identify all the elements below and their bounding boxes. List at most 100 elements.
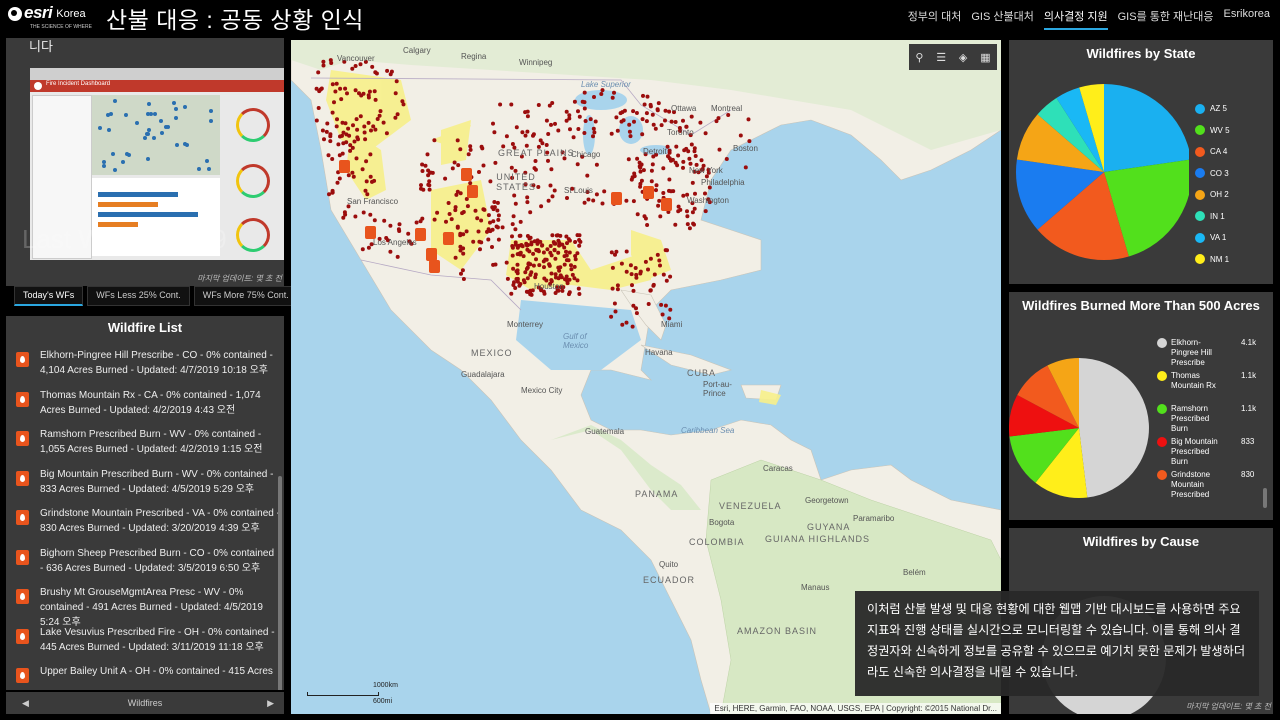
- fire-point: [336, 142, 341, 147]
- fire-point: [630, 283, 634, 288]
- fire-point: [338, 86, 343, 91]
- layers-icon[interactable]: ◈: [959, 51, 967, 64]
- tab-todays-wfs[interactable]: Today's WFs: [14, 286, 84, 306]
- fire-point: [534, 257, 538, 262]
- fire-point: [465, 204, 470, 209]
- fire-point: [582, 131, 587, 135]
- search-icon[interactable]: ⚲: [915, 51, 923, 64]
- header-bar: esri Korea THE SCIENCE OF WHERE 산불 대응 : …: [0, 0, 1280, 34]
- fire-point: [726, 113, 731, 117]
- fire-point: [363, 137, 368, 142]
- legend-icon[interactable]: ☰: [936, 51, 946, 64]
- fire-point: [743, 165, 748, 170]
- wildfire-list-item[interactable]: Ramshorn Prescribed Burn - WV - 0% conta…: [6, 425, 284, 465]
- tab-more-75[interactable]: WFs More 75% Cont.: [193, 286, 298, 306]
- wildfire-list-item[interactable]: Elkhorn-Pingree Hill Prescribe - CO - 0%…: [6, 346, 284, 386]
- prev-arrow-icon[interactable]: ◀: [22, 692, 29, 714]
- fire-point: [653, 126, 658, 131]
- nav-item-gis-disaster[interactable]: GIS를 통한 재난대응: [1118, 8, 1214, 30]
- fire-point: [536, 103, 541, 107]
- nav-item-gis-wildfire[interactable]: GIS 산불대처: [971, 8, 1034, 30]
- fire-point: [354, 156, 359, 161]
- fire-point: [547, 262, 552, 267]
- tab-less-25[interactable]: WFs Less 25% Cont.: [87, 286, 190, 306]
- nav-item-decision-support[interactable]: 의사결정 지원: [1043, 8, 1108, 30]
- fire-point: [651, 122, 656, 127]
- legend-item[interactable]: Elkhorn-Pingree Hill Prescribe 4.1k: [1157, 338, 1265, 371]
- fire-point: [577, 243, 582, 248]
- legend-item[interactable]: CO 3: [1195, 163, 1230, 185]
- nav-item-government[interactable]: 정부의 대처: [908, 8, 962, 30]
- legend-item[interactable]: Grindstone Mountain Prescribed 830: [1157, 470, 1265, 503]
- legend-item[interactable]: CA 4: [1195, 141, 1230, 163]
- legend-item[interactable]: NM 1: [1195, 249, 1230, 271]
- wildfire-list-item[interactable]: Big Mountain Prescribed Burn - WV - 0% c…: [6, 465, 284, 505]
- fire-point: [525, 195, 530, 200]
- fire-point: [478, 247, 482, 252]
- fire-point: [513, 240, 518, 245]
- fire-point: [428, 170, 432, 175]
- fire-point: [577, 233, 582, 238]
- legend-item[interactable]: Ramshorn Prescribed Burn 1.1k: [1157, 404, 1265, 437]
- fire-point: [631, 288, 636, 293]
- fire-point: [591, 198, 596, 203]
- fire-point: [565, 196, 569, 200]
- legend-scrollbar[interactable]: [1263, 488, 1267, 508]
- fire-point: [656, 101, 661, 106]
- last-updated: 마지막 업데이트: 몇 초 전: [197, 274, 282, 283]
- fire-point: [619, 261, 624, 266]
- fire-point: [538, 239, 543, 244]
- next-arrow-icon[interactable]: ▶: [267, 692, 274, 714]
- wildfire-list-item[interactable]: Grindstone Mountain Prescribed - VA - 0%…: [6, 504, 284, 544]
- fire-point: [670, 157, 675, 162]
- map-label: Miami: [661, 320, 683, 329]
- fire-point: [343, 86, 348, 91]
- fire-point: [510, 234, 514, 239]
- fire-point: [644, 119, 649, 124]
- burned-pie-chart[interactable]: [1009, 332, 1159, 512]
- fire-point: [646, 267, 650, 272]
- fire-point: [335, 117, 339, 122]
- list-scrollbar[interactable]: [278, 476, 282, 690]
- legend-item[interactable]: IN 1: [1195, 206, 1230, 228]
- legend-item[interactable]: AZ 5: [1195, 98, 1230, 120]
- fire-point: [525, 276, 530, 281]
- map-label: Port-au-Prince: [703, 380, 732, 398]
- legend-label: CO 3: [1210, 168, 1229, 178]
- fire-point: [646, 302, 651, 306]
- legend-item[interactable]: VA 1: [1195, 227, 1230, 249]
- fire-point: [345, 91, 349, 96]
- fire-point: [690, 180, 695, 185]
- fire-point: [652, 272, 657, 277]
- legend-label: IN 1: [1210, 211, 1225, 221]
- basemap-gallery-icon[interactable]: ▦: [980, 51, 990, 64]
- fire-point: [669, 119, 674, 124]
- wildfire-list-item[interactable]: Bighorn Sheep Prescribed Burn - CO - 0% …: [6, 544, 284, 584]
- fire-point: [369, 128, 373, 133]
- state-pie-chart[interactable]: [1009, 70, 1189, 270]
- legend-swatch: [1157, 437, 1167, 447]
- thumb-map-point: [172, 100, 177, 105]
- wildfire-list-item[interactable]: Upper Bailey Unit A - OH - 0% contained …: [6, 662, 284, 690]
- wildfire-list-item[interactable]: Thomas Mountain Rx - CA - 0% contained -…: [6, 386, 284, 426]
- esri-korea-logo[interactable]: esri Korea THE SCIENCE OF WHERE: [8, 4, 92, 30]
- fire-point: [426, 182, 431, 187]
- fire-marker-icon: [426, 248, 437, 261]
- legend-item[interactable]: WV 5: [1195, 120, 1230, 142]
- wildfire-list-item[interactable]: Lake Vesuvius Prescribed Fire - OH - 0% …: [6, 623, 284, 663]
- fire-point: [668, 274, 673, 279]
- legend-item[interactable]: Big Mountain Prescribed Burn 833: [1157, 437, 1265, 470]
- map-label: GUYANA: [807, 522, 851, 532]
- fire-point: [550, 194, 555, 199]
- nav-item-esrikorea[interactable]: Esrikorea: [1224, 8, 1270, 30]
- thumb-map-point: [106, 127, 111, 132]
- legend-item[interactable]: Thomas Mountain Rx 1.1k: [1157, 371, 1265, 404]
- fire-point: [676, 153, 681, 158]
- fire-point: [360, 247, 365, 252]
- fire-point: [524, 241, 529, 246]
- fire-point: [512, 193, 517, 198]
- legend-value: 1.1k: [1241, 371, 1257, 380]
- fire-point: [609, 314, 614, 319]
- wildfire-list-item[interactable]: Brushy Mt GrouseMgmtArea Presc - WV - 0%…: [6, 583, 284, 628]
- legend-item[interactable]: OH 2: [1195, 184, 1230, 206]
